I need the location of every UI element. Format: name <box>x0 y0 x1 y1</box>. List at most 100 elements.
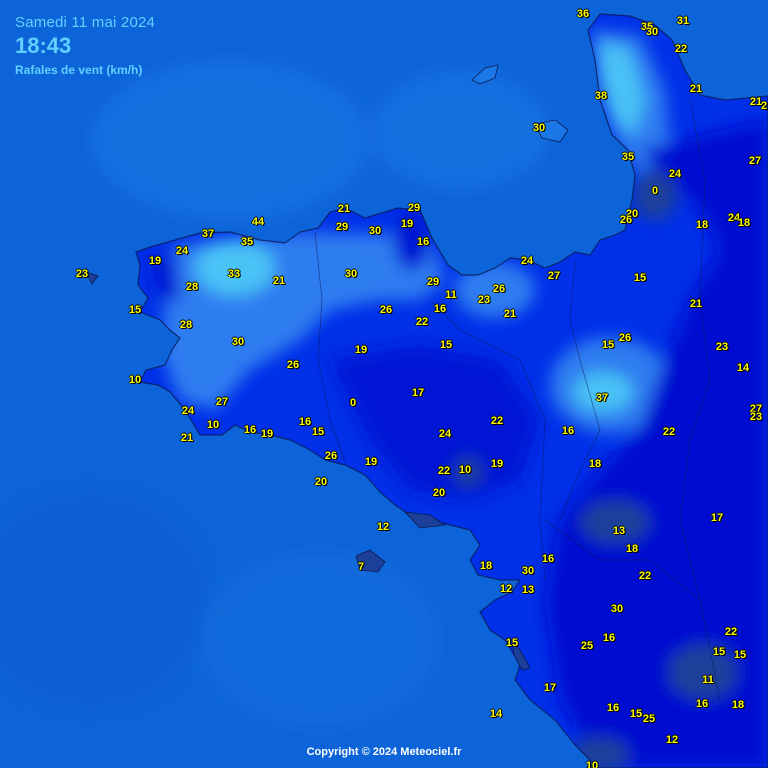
wind-gust-value: 31 <box>676 15 690 27</box>
wind-gust-value: 16 <box>243 424 257 436</box>
wind-gust-value: 23 <box>75 268 89 280</box>
wind-gust-value: 24 <box>668 168 682 180</box>
wind-gust-value: 2 <box>760 100 768 112</box>
wind-gust-value: 21 <box>689 83 703 95</box>
wind-gust-value: 25 <box>580 640 594 652</box>
wind-gust-value: 19 <box>148 255 162 267</box>
wind-gust-value: 25 <box>642 713 656 725</box>
wind-gust-value: 17 <box>543 682 557 694</box>
wind-gust-value: 27 <box>215 396 229 408</box>
wind-gust-value: 15 <box>629 708 643 720</box>
wind-gust-value: 36 <box>576 8 590 20</box>
wind-gust-value: 15 <box>128 304 142 316</box>
wind-gust-value: 30 <box>344 268 358 280</box>
wind-gust-value: 37 <box>595 392 609 404</box>
wind-gust-value: 18 <box>695 219 709 231</box>
wind-gust-value: 12 <box>499 583 513 595</box>
wind-gust-value: 37 <box>201 228 215 240</box>
wind-gust-value: 24 <box>520 255 534 267</box>
wind-gust-value: 15 <box>633 272 647 284</box>
map-title: Rafales de vent (km/h) <box>15 63 143 77</box>
wind-gust-value: 13 <box>521 584 535 596</box>
wind-gust-value: 35 <box>240 236 254 248</box>
wind-gust-value: 21 <box>337 203 351 215</box>
wind-gust-value: 22 <box>437 465 451 477</box>
wind-gust-value: 12 <box>665 734 679 746</box>
wind-gust-value: 16 <box>606 702 620 714</box>
wind-gust-value: 44 <box>251 216 265 228</box>
wind-gust-value: 26 <box>492 283 506 295</box>
wind-gust-value: 28 <box>185 281 199 293</box>
wind-gust-value: 10 <box>458 464 472 476</box>
wind-gust-value: 16 <box>298 416 312 428</box>
wind-gust-value: 20 <box>314 476 328 488</box>
copyright: Copyright © 2024 Meteociel.fr <box>306 746 462 758</box>
wind-gust-value: 23 <box>749 411 763 423</box>
wind-gust-value: 30 <box>231 336 245 348</box>
wind-gust-value: 11 <box>702 674 714 686</box>
wind-gust-value: 18 <box>479 560 493 572</box>
wind-gust-value: 15 <box>439 339 453 351</box>
wind-gust-value: 23 <box>477 294 491 306</box>
wind-gust-value: 15 <box>505 637 519 649</box>
wind-gust-value: 16 <box>541 553 555 565</box>
wind-gust-value: 21 <box>503 308 517 320</box>
wind-gust-value: 19 <box>400 218 414 230</box>
wind-gust-value: 22 <box>490 415 504 427</box>
wind-gust-value: 0 <box>349 397 357 409</box>
wind-gust-value: 12 <box>376 521 390 533</box>
wind-gust-value: 21 <box>689 298 703 310</box>
wind-gust-value: 15 <box>311 426 325 438</box>
map-background <box>0 0 768 768</box>
wind-gust-map: Samedi 11 mai 2024 18:43 Rafales de vent… <box>0 0 768 768</box>
map-time: 18:43 <box>15 33 72 58</box>
wind-gust-value: 16 <box>433 303 447 315</box>
wind-gust-value: 16 <box>561 425 575 437</box>
wind-gust-value: 35 <box>621 151 635 163</box>
wind-gust-value: 23 <box>715 341 729 353</box>
wind-gust-value: 29 <box>407 202 421 214</box>
wind-gust-value: 28 <box>179 319 193 331</box>
wind-gust-value: 26 <box>286 359 300 371</box>
wind-gust-value: 30 <box>532 122 546 134</box>
wind-gust-value: 20 <box>432 487 446 499</box>
wind-gust-value: 13 <box>612 525 626 537</box>
wind-gust-value: 30 <box>610 603 624 615</box>
wind-gust-value: 16 <box>416 236 430 248</box>
wind-gust-value: 26 <box>379 304 393 316</box>
wind-gust-value: 27 <box>547 270 561 282</box>
wind-gust-value: 19 <box>260 428 274 440</box>
wind-gust-value: 19 <box>490 458 504 470</box>
wind-gust-value: 10 <box>128 374 142 386</box>
wind-gust-value: 7 <box>357 561 365 573</box>
wind-gust-value: 16 <box>602 632 616 644</box>
wind-gust-value: 16 <box>695 698 709 710</box>
wind-gust-value: 30 <box>368 225 382 237</box>
wind-gust-value: 18 <box>731 699 745 711</box>
wind-gust-value: 0 <box>651 185 659 197</box>
wind-gust-value: 14 <box>489 708 503 720</box>
wind-gust-value: 26 <box>618 332 632 344</box>
wind-gust-value: 10 <box>585 760 599 768</box>
wind-gust-value: 19 <box>364 456 378 468</box>
wind-gust-value: 22 <box>415 316 429 328</box>
wind-gust-value: 22 <box>724 626 738 638</box>
wind-gust-value: 30 <box>645 26 659 38</box>
wind-gust-value: 10 <box>206 419 220 431</box>
wind-gust-value: 38 <box>594 90 608 102</box>
wind-gust-value: 22 <box>662 426 676 438</box>
wind-gust-value: 18 <box>625 543 639 555</box>
wind-gust-value: 18 <box>588 458 602 470</box>
wind-gust-value: 14 <box>736 362 750 374</box>
wind-gust-value: 24 <box>438 428 452 440</box>
wind-gust-value: 29 <box>335 221 349 233</box>
wind-gust-value: 11 <box>445 289 457 301</box>
wind-gust-value: 33 <box>227 268 241 280</box>
wind-gust-value: 26 <box>619 214 633 226</box>
wind-gust-value: 22 <box>674 43 688 55</box>
wind-gust-value: 26 <box>324 450 338 462</box>
wind-gust-value: 18 <box>737 217 751 229</box>
wind-gust-value: 27 <box>748 155 762 167</box>
wind-gust-value: 24 <box>175 245 189 257</box>
wind-gust-value: 15 <box>712 646 726 658</box>
